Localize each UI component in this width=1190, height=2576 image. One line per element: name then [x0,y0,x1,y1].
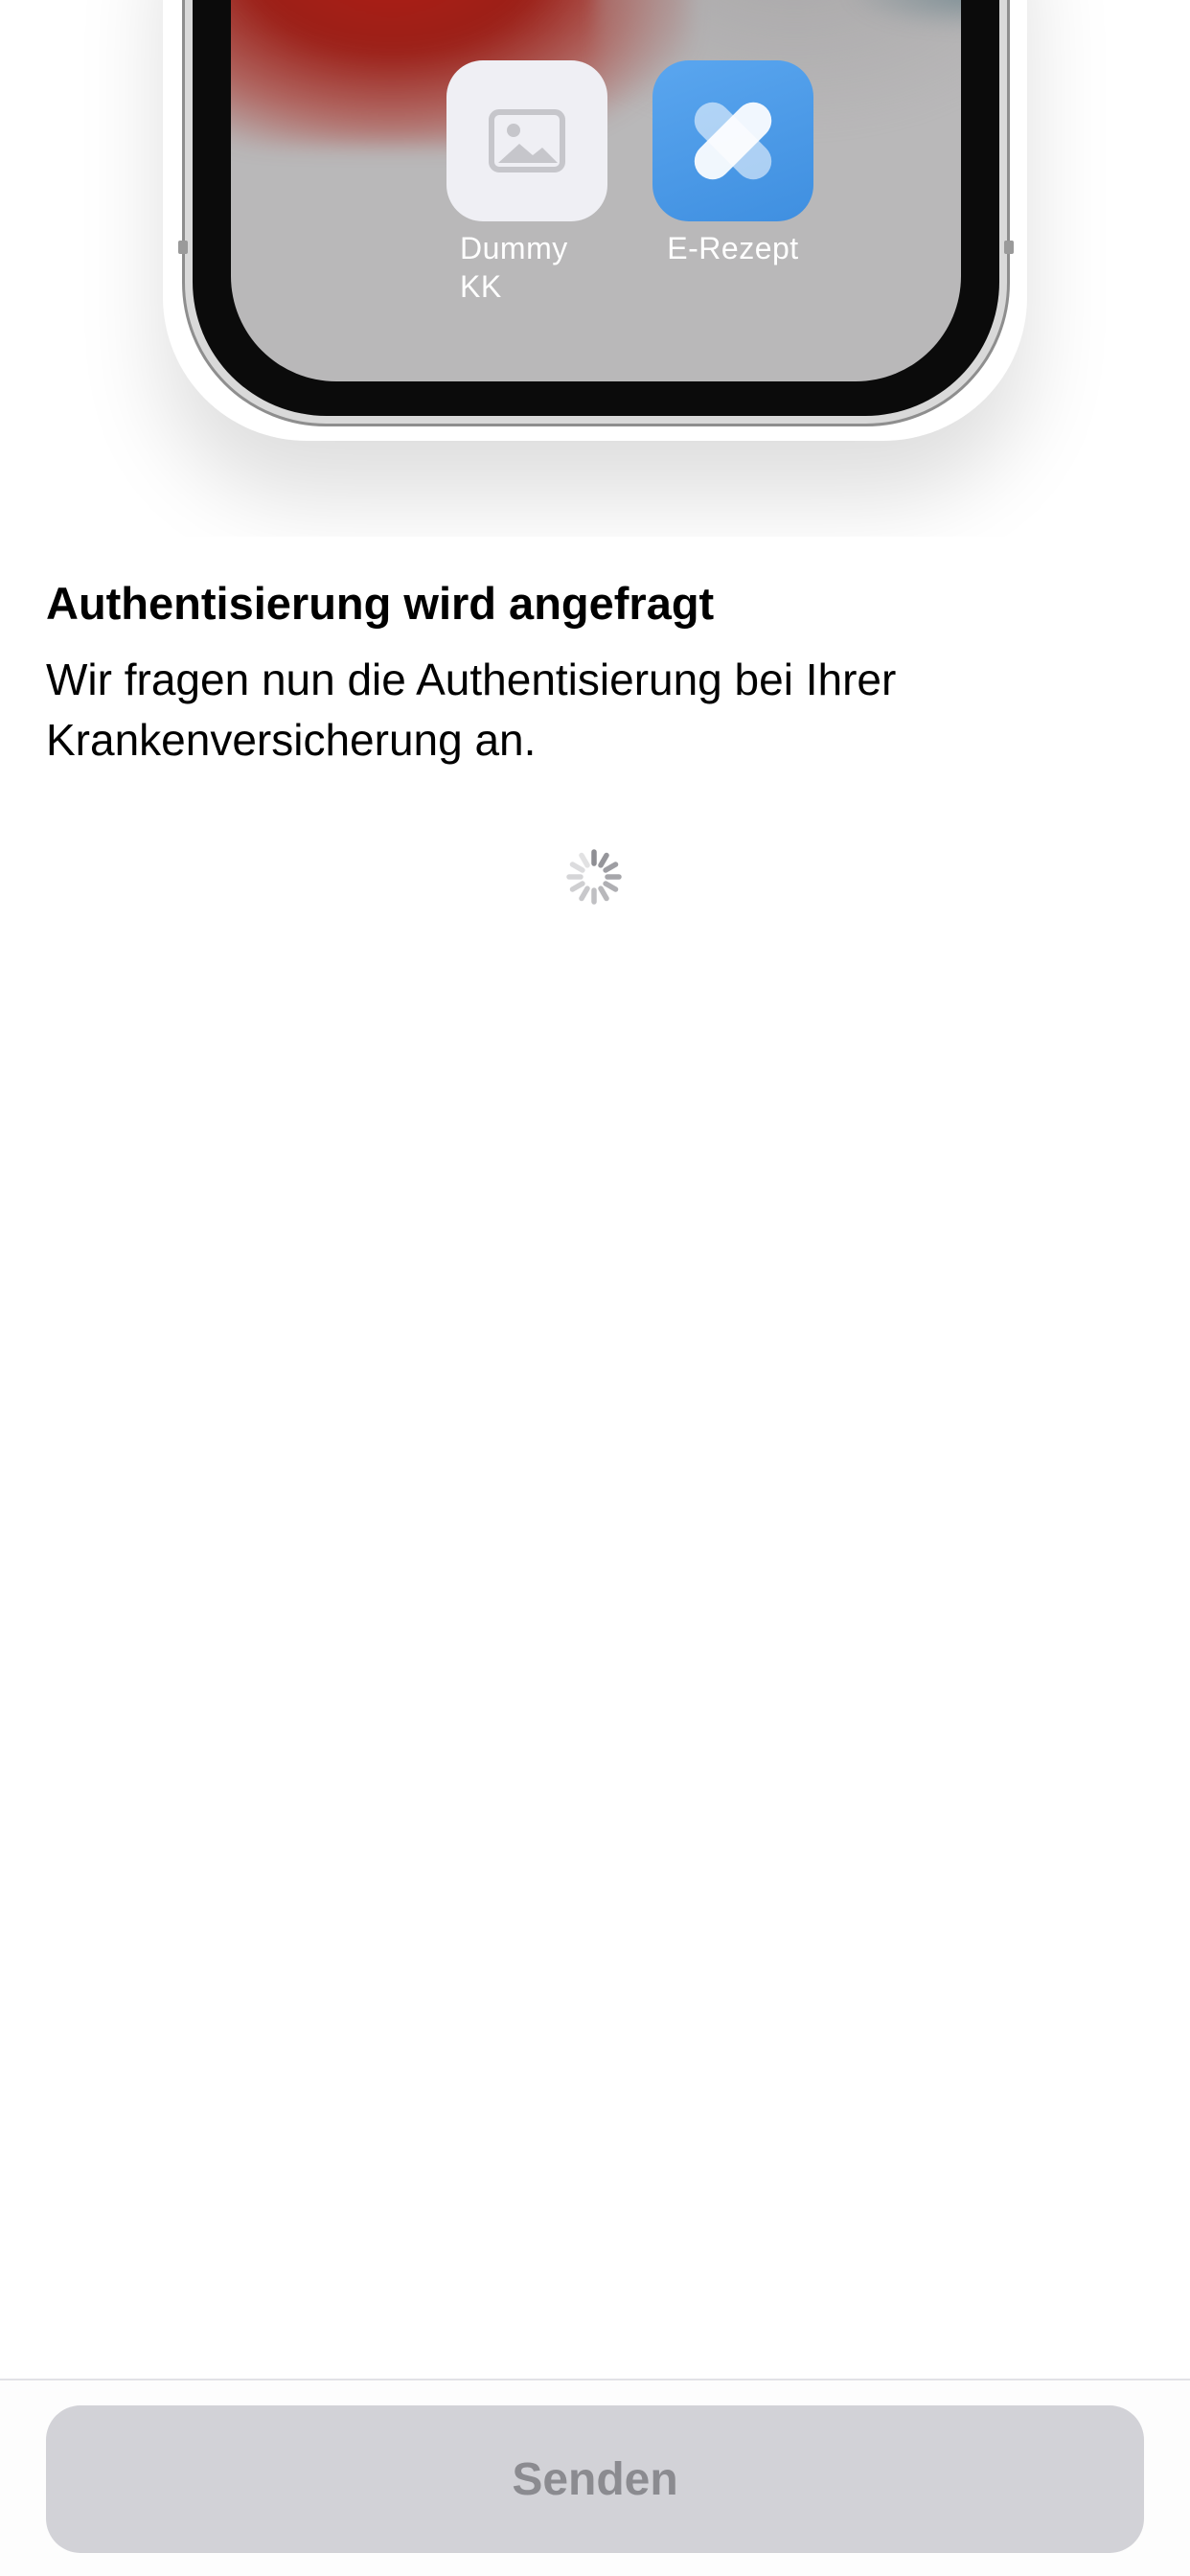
image-placeholder-icon [446,60,607,221]
send-button[interactable]: Senden [46,2405,1144,2553]
activity-spinner-icon [565,848,623,906]
phone-side-button-left [178,241,188,254]
page-title: Authentisierung wird angefragt [46,578,715,629]
phone-screen: Dummy KK E-Rezept [231,0,961,381]
app-label-e-rezept: E-Rezept [667,231,799,265]
phone-device: Dummy KK E-Rezept [178,0,1014,426]
app-e-rezept: E-Rezept [652,60,813,267]
phone-illustration: Dummy KK E-Rezept [0,0,1190,537]
e-rezept-app-icon [652,60,813,221]
wallpaper-teal-shape [844,0,961,32]
app-dummy-kk: Dummy KK [446,60,607,306]
phone-side-button-right [1004,241,1014,254]
page-description: Wir fragen nun die Authentisierung bei I… [46,655,897,765]
phone-frame: Dummy KK E-Rezept [193,0,999,416]
app-label-dummy-kk: Dummy KK [460,231,568,304]
